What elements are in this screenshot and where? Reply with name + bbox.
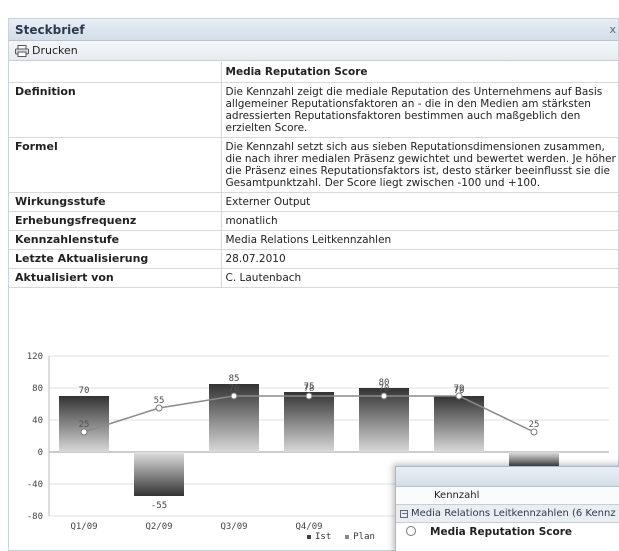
legend-swatch [345, 534, 350, 539]
legend-label: Ist [315, 532, 332, 542]
row-value: Media Relations Leitkennzahlen [220, 230, 618, 250]
plan-data-label: 70 [379, 384, 390, 394]
row-value: 28.07.2010 [220, 249, 618, 269]
row-label: Definition [9, 82, 221, 138]
column-header-label: Kennzahl [434, 490, 480, 501]
column-header-kennzahl[interactable]: Kennzahl [396, 487, 619, 505]
group-row[interactable]: − Media Relations Leitkennzahlen (6 Kennz [396, 505, 619, 523]
list-item-label: Media Reputation Score [430, 526, 572, 538]
plan-data-label: 78 [304, 384, 315, 394]
row-label: Wirkungsstufe [9, 192, 221, 212]
list-item[interactable]: Media Reputation Score [396, 523, 619, 541]
x-tick-label: Q4/09 [295, 522, 322, 531]
kpi-list-popup: Kennzahl − Media Relations Leitkennzahlen… [395, 466, 619, 551]
row-value: C. Lautenbach [220, 268, 618, 288]
table-row: Kennzahlenstufe Media Relations Leitkenn… [9, 230, 618, 250]
plan-data-label: 79 [454, 384, 465, 394]
table-row: Letzte Aktualisierung 28.07.2010 [9, 249, 618, 269]
plan-data-label: 25 [529, 420, 540, 430]
row-value: Externer Output [220, 192, 618, 212]
bar [134, 452, 184, 496]
row-value: monatlich [220, 211, 618, 231]
kpi-title: Media Reputation Score [220, 62, 618, 83]
y-tick-label: 80 [32, 384, 43, 394]
bar-data-label: 85 [229, 374, 240, 384]
plan-data-label: 55 [154, 396, 165, 406]
table-row: Definition Die Kennzahl zeigt die medial… [9, 82, 618, 138]
toolbar: Drucken [9, 41, 618, 61]
print-button[interactable]: Drucken [15, 44, 78, 57]
legend-item: Plan [345, 532, 375, 542]
window-title: Steckbrief [15, 23, 85, 37]
row-label: Kennzahlenstufe [9, 230, 221, 250]
plan-data-label: 70 [229, 384, 240, 394]
row-value: Die Kennzahl setzt sich aus sieben Reput… [220, 137, 618, 193]
legend-item: Ist [307, 532, 331, 542]
y-tick-label: 40 [32, 416, 43, 426]
legend-label: Plan [353, 532, 375, 542]
close-icon[interactable]: x [609, 23, 616, 36]
legend-swatch [307, 534, 311, 539]
table-row: Erhebungsfrequenz monatlich [9, 211, 618, 231]
x-tick-label: Q2/09 [145, 522, 172, 531]
row-label: Formel [9, 137, 221, 193]
bar-data-label: 70 [79, 386, 90, 396]
row-label: Erhebungsfrequenz [9, 211, 221, 231]
table-row: Wirkungsstufe Externer Output [9, 192, 618, 212]
x-tick-label: Q1/09 [70, 522, 97, 531]
bar-data-label: -55 [151, 501, 167, 511]
y-tick-label: -80 [27, 512, 43, 522]
table-row: Aktualisiert von C. Lautenbach [9, 268, 618, 288]
printer-icon [15, 44, 29, 57]
popup-header[interactable] [396, 467, 619, 487]
plan-data-label: 25 [79, 420, 90, 430]
chart-legend: Ist Plan [307, 532, 375, 542]
y-tick-label: 0 [38, 448, 43, 458]
group-label: Media Relations Leitkennzahlen (6 Kennz [411, 508, 616, 519]
x-tick-label: Q3/09 [220, 522, 247, 531]
row-label: Aktualisiert von [9, 268, 221, 288]
y-tick-label: -40 [27, 480, 43, 490]
kpi-title-row: Media Reputation Score [9, 62, 618, 83]
y-tick-label: 120 [27, 352, 43, 362]
gauge-icon [406, 526, 416, 536]
row-label: Letzte Aktualisierung [9, 249, 221, 269]
kpi-table: Media Reputation Score Definition Die Ke… [9, 62, 618, 288]
collapse-icon[interactable]: − [400, 510, 408, 518]
row-value: Die Kennzahl zeigt die mediale Reputatio… [220, 82, 618, 138]
bar [284, 392, 334, 452]
window-titlebar: Steckbrief x [9, 19, 618, 41]
table-row: Formel Die Kennzahl setzt sich aus siebe… [9, 137, 618, 193]
print-label: Drucken [32, 44, 78, 57]
